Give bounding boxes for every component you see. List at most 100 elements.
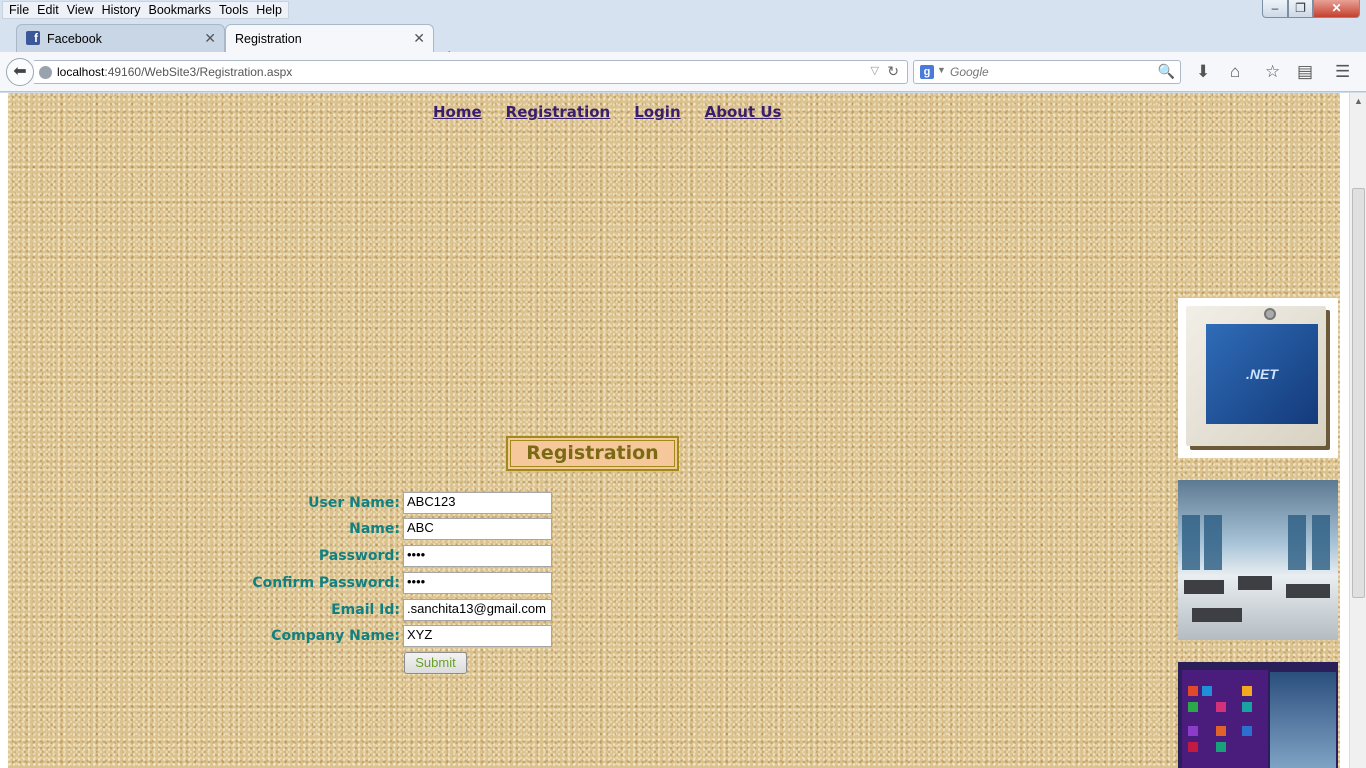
form-row-email: Email Id: .sanchita13@gmail.com [8, 598, 568, 622]
tab-strip: f Facebook ✕ Registration ✕ + [0, 20, 1366, 66]
close-icon: ✕ [1331, 1, 1342, 15]
bookmark-star-icon[interactable]: ☆ [1265, 62, 1280, 82]
dotnet-image: .NET [1178, 298, 1338, 458]
start-tile [1216, 742, 1226, 752]
pin-icon [1264, 308, 1276, 320]
office-window [1182, 515, 1200, 570]
dotnet-screen: .NET [1206, 324, 1318, 424]
google-icon[interactable]: g [920, 65, 934, 79]
password-input[interactable]: •••• [403, 545, 552, 567]
office-desk [1184, 580, 1224, 594]
search-engine-dropdown-icon[interactable]: ▼ [937, 65, 946, 75]
nav-link-registration[interactable]: Registration [506, 103, 611, 121]
menu-history[interactable]: History [98, 2, 145, 18]
history-dropdown-icon[interactable]: ▽ [871, 64, 879, 77]
menu-hamburger-icon[interactable]: ☰ [1335, 62, 1350, 82]
site-nav: Home Registration Login About Us [433, 103, 781, 121]
confirm-password-label: Confirm Password: [252, 575, 400, 591]
restore-icon: ❐ [1295, 1, 1306, 15]
start-tile [1188, 742, 1198, 752]
url-bar[interactable]: localhost:49160/WebSite3/Registration.as… [34, 60, 908, 84]
maximize-button[interactable]: ❐ [1288, 0, 1313, 18]
menu-file[interactable]: File [5, 2, 33, 18]
back-arrow-icon: ⬅ [13, 63, 27, 80]
page-scrollbar[interactable]: ▲ [1349, 93, 1366, 768]
office-image [1178, 480, 1338, 640]
name-input[interactable]: ABC [403, 518, 552, 540]
url-host: localhost [57, 65, 105, 79]
form-row-confirm-password: Confirm Password: •••• [8, 571, 568, 595]
windows-screenshot-image [1178, 662, 1338, 768]
submit-button[interactable]: Submit [404, 652, 467, 674]
menu-edit[interactable]: Edit [33, 2, 63, 18]
start-tile [1242, 702, 1252, 712]
close-tab-icon[interactable]: ✕ [204, 30, 216, 47]
page-viewport: Home Registration Login About Us Registr… [0, 93, 1366, 768]
company-name-label: Company Name: [271, 628, 400, 644]
menu-tools[interactable]: Tools [215, 2, 252, 18]
office-desk [1286, 584, 1330, 598]
menu-bar: File Edit View History Bookmarks Tools H… [0, 0, 1366, 20]
office-desk [1238, 576, 1272, 590]
start-tile [1216, 702, 1226, 712]
nav-link-about-us[interactable]: About Us [705, 103, 782, 121]
username-input[interactable]: ABC123 [403, 492, 552, 514]
scroll-up-icon[interactable]: ▲ [1354, 96, 1363, 106]
globe-icon [39, 66, 52, 79]
minimize-button[interactable]: – [1262, 0, 1288, 18]
nav-toolbar: ⬅ localhost:49160/WebSite3/Registration.… [0, 52, 1366, 92]
office-window [1204, 515, 1222, 570]
office-window [1312, 515, 1330, 570]
url-text: localhost:49160/WebSite3/Registration.as… [57, 65, 292, 79]
start-tile [1188, 702, 1198, 712]
nav-link-login[interactable]: Login [634, 103, 680, 121]
name-label: Name: [349, 521, 400, 537]
tab-title: Registration [235, 32, 302, 46]
start-tile [1242, 726, 1252, 736]
registration-heading: Registration [506, 436, 679, 471]
confirm-password-input[interactable]: •••• [403, 572, 552, 594]
minimize-icon: – [1271, 1, 1279, 15]
office-window [1288, 515, 1306, 570]
dotnet-logo: .NET [1246, 366, 1278, 382]
search-placeholder: Google [950, 65, 989, 79]
home-icon[interactable]: ⌂ [1230, 62, 1240, 82]
desktop-panel [1270, 672, 1336, 768]
start-screen-panel [1182, 670, 1268, 768]
menu-help[interactable]: Help [252, 2, 286, 18]
nav-link-home[interactable]: Home [433, 103, 482, 121]
menu-view[interactable]: View [63, 2, 98, 18]
tab-title: Facebook [47, 32, 102, 46]
menu-list: File Edit View History Bookmarks Tools H… [2, 1, 289, 19]
back-button[interactable]: ⬅ [6, 58, 34, 86]
url-path: :49160/WebSite3/Registration.aspx [104, 65, 293, 79]
form-row-name: Name: ABC [8, 517, 568, 541]
email-label: Email Id: [331, 602, 400, 618]
start-tile [1202, 686, 1212, 696]
search-bar[interactable]: g ▼ Google 🔍 [913, 60, 1181, 84]
scrollbar-thumb[interactable] [1352, 188, 1365, 598]
tab-facebook[interactable]: f Facebook ✕ [16, 24, 225, 52]
reload-icon[interactable]: ↻ [887, 63, 899, 80]
menu-bookmarks[interactable]: Bookmarks [144, 2, 215, 18]
office-desk [1192, 608, 1242, 622]
email-input[interactable]: .sanchita13@gmail.com [403, 599, 552, 621]
download-icon[interactable]: ⬇ [1196, 62, 1210, 82]
username-label: User Name: [308, 495, 400, 511]
close-tab-icon[interactable]: ✕ [413, 30, 425, 47]
tab-registration[interactable]: Registration ✕ [225, 24, 434, 52]
start-tile [1242, 686, 1252, 696]
password-label: Password: [318, 548, 400, 564]
picture-frame: .NET [1186, 306, 1326, 446]
start-tile [1216, 726, 1226, 736]
form-row-password: Password: •••• [8, 544, 568, 568]
close-window-button[interactable]: ✕ [1313, 0, 1360, 18]
facebook-icon: f [26, 31, 40, 45]
form-row-username: User Name: ABC123 [8, 491, 568, 515]
page-background: Home Registration Login About Us Registr… [8, 93, 1340, 768]
start-tile [1188, 686, 1198, 696]
start-tile [1188, 726, 1198, 736]
search-icon[interactable]: 🔍 [1158, 63, 1175, 80]
bookmarks-list-icon[interactable]: ▤ [1297, 62, 1313, 82]
company-name-input[interactable]: XYZ [403, 625, 552, 647]
